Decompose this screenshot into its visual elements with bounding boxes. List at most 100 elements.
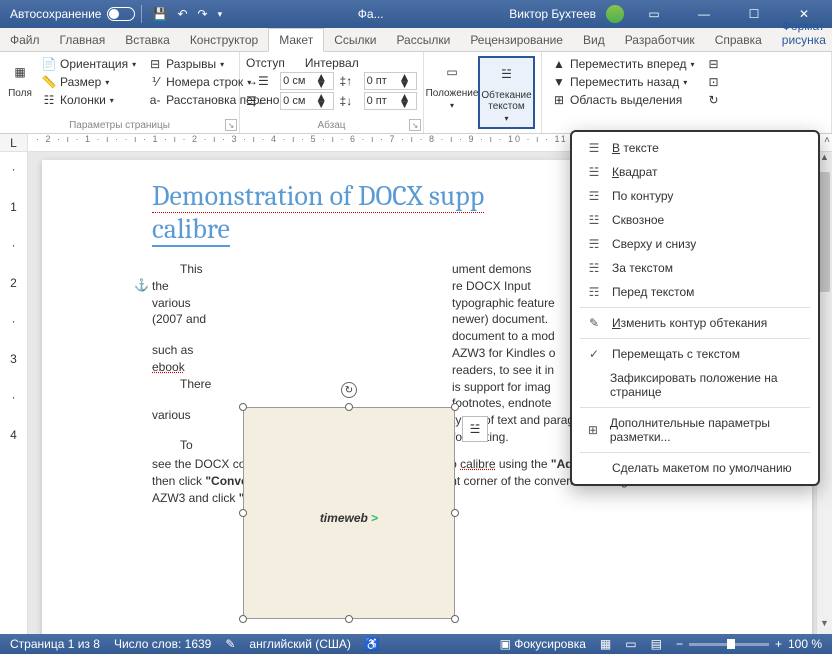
spellcheck-icon[interactable]: ✎	[225, 637, 235, 651]
save-icon[interactable]: 💾	[152, 7, 167, 21]
tab-design[interactable]: Конструктор	[180, 29, 268, 51]
layout-options-icon[interactable]: ☱	[462, 416, 488, 442]
send-backward-button[interactable]: ▼Переместить назад▾	[548, 74, 699, 90]
user-name[interactable]: Виктор Бухтеев	[509, 7, 596, 21]
heading[interactable]: Demonstration of DOCX supp	[152, 180, 484, 213]
tab-view[interactable]: Вид	[573, 29, 615, 51]
zoom-control[interactable]: − + 100 %	[676, 637, 822, 651]
heading[interactable]: calibre	[152, 213, 230, 247]
menu-edit-wrap-points[interactable]: ✎Изменить контур обтекания	[572, 311, 818, 335]
tab-developer[interactable]: Разработчик	[615, 29, 705, 51]
tab-layout[interactable]: Макет	[268, 28, 324, 52]
editwrap-icon: ✎	[586, 316, 602, 330]
view-web-icon[interactable]: ▤	[651, 637, 662, 651]
orientation-button[interactable]: 📄Ориентация▾	[38, 56, 140, 72]
tab-picture-format[interactable]: Формат рисунка	[772, 15, 832, 51]
through-icon: ☳	[586, 213, 602, 227]
dialog-launcher-icon[interactable]: ↘	[225, 119, 237, 131]
zoom-in-icon[interactable]: +	[775, 637, 782, 651]
view-print-icon[interactable]: ▦	[600, 637, 611, 651]
accessibility-icon[interactable]: ♿	[365, 637, 380, 651]
selected-image[interactable]: timeweb > ↻ ☱	[244, 408, 454, 618]
indent-right-input[interactable]: ▲▼	[280, 92, 333, 110]
bring-forward-icon: ▲	[552, 57, 566, 71]
breaks-icon: ⊟	[148, 57, 162, 71]
menu-wrap-infront[interactable]: ☶Перед текстом	[572, 280, 818, 304]
minimize-icon[interactable]: —	[684, 0, 724, 28]
tab-mailings[interactable]: Рассылки	[386, 29, 460, 51]
status-language[interactable]: английский (США)	[249, 637, 350, 651]
tab-file[interactable]: Файл	[0, 29, 50, 51]
spacing-before-input[interactable]: ▲▼	[364, 72, 417, 90]
zoom-value[interactable]: 100 %	[788, 637, 822, 651]
resize-handle[interactable]	[345, 403, 353, 411]
scroll-down-icon[interactable]: ▼	[817, 618, 832, 634]
view-read-icon[interactable]: ▭	[625, 637, 636, 651]
rotate-icon: ↻	[707, 93, 721, 107]
dialog-launcher-icon[interactable]: ↘	[409, 119, 421, 131]
size-button[interactable]: 📏Размер▾	[38, 74, 140, 90]
spacing-before-icon: ‡↑	[340, 74, 358, 88]
vertical-ruler[interactable]: ·1·2·3·4	[0, 152, 28, 634]
menu-move-with-text[interactable]: Перемещать с текстом	[572, 342, 818, 366]
undo-icon[interactable]: ↶	[177, 7, 187, 21]
spacing-after-icon: ‡↓	[340, 94, 358, 108]
menu-wrap-square[interactable]: ☱Квадрат	[572, 160, 818, 184]
indent-left-input[interactable]: ▲▼	[280, 72, 333, 90]
bring-forward-button[interactable]: ▲Переместить вперед▾	[548, 56, 699, 72]
margins-button[interactable]: ▦ Поля	[6, 56, 34, 129]
resize-handle[interactable]	[239, 509, 247, 517]
tab-home[interactable]: Главная	[50, 29, 116, 51]
status-bar: Страница 1 из 8 Число слов: 1639 ✎ англи…	[0, 634, 832, 654]
wrap-text-button[interactable]: ☱ Обтекание текстом ▾	[478, 56, 535, 129]
resize-handle[interactable]	[451, 615, 459, 623]
resize-handle[interactable]	[239, 615, 247, 623]
spacing-after-input[interactable]: ▲▼	[364, 92, 417, 110]
resize-handle[interactable]	[239, 403, 247, 411]
menu-fix-position[interactable]: Зафиксировать положение на странице	[572, 366, 818, 404]
menu-more-layout-options[interactable]: ⊞Дополнительные параметры разметки...	[572, 411, 818, 449]
maximize-icon[interactable]: ☐	[734, 0, 774, 28]
toggle-switch-icon[interactable]	[107, 7, 135, 21]
menu-wrap-behind[interactable]: ☵За текстом	[572, 256, 818, 280]
behind-icon: ☵	[586, 261, 602, 275]
zoom-out-icon[interactable]: −	[676, 637, 683, 651]
topbottom-icon: ☴	[586, 237, 602, 251]
ribbon-display-icon[interactable]: ▭	[634, 0, 674, 28]
columns-button[interactable]: ☷Колонки▾	[38, 92, 140, 108]
menu-wrap-tight[interactable]: ☲По контуру	[572, 184, 818, 208]
send-backward-icon: ▼	[552, 75, 566, 89]
status-words[interactable]: Число слов: 1639	[114, 637, 211, 651]
focus-mode-button[interactable]: ▣ Фокусировка	[500, 637, 586, 651]
tab-review[interactable]: Рецензирование	[460, 29, 573, 51]
rotate-handle-icon[interactable]: ↻	[341, 382, 357, 398]
scroll-thumb[interactable]	[819, 172, 830, 292]
resize-handle[interactable]	[451, 509, 459, 517]
position-button[interactable]: ▭ Положение ▾	[430, 56, 474, 129]
tab-insert[interactable]: Вставка	[115, 29, 180, 51]
group-arrange-left: ▭ Положение ▾ ☱ Обтекание текстом ▾	[424, 52, 542, 133]
avatar-icon[interactable]	[606, 5, 624, 23]
group-button[interactable]: ⊡	[703, 74, 725, 90]
rotate-button[interactable]: ↻	[703, 92, 725, 108]
status-page[interactable]: Страница 1 из 8	[10, 637, 100, 651]
document-title: Фа...	[232, 7, 509, 21]
redo-icon[interactable]: ↷	[198, 7, 208, 21]
menu-wrap-inline[interactable]: ☰В тексте	[572, 136, 818, 160]
menu-wrap-through[interactable]: ☳Сквозное	[572, 208, 818, 232]
selection-pane-button[interactable]: ⊞Область выделения	[548, 92, 699, 108]
menu-wrap-topbottom[interactable]: ☴Сверху и снизу	[572, 232, 818, 256]
menu-set-default[interactable]: Сделать макетом по умолчанию	[572, 456, 818, 480]
resize-handle[interactable]	[345, 615, 353, 623]
tab-help[interactable]: Справка	[705, 29, 772, 51]
resize-handle[interactable]	[451, 403, 459, 411]
ribbon-tabs: Файл Главная Вставка Конструктор Макет С…	[0, 28, 832, 52]
wrap-text-icon: ☱	[493, 60, 521, 88]
autosave-toggle[interactable]: Автосохранение	[4, 7, 141, 21]
zoom-slider[interactable]	[689, 643, 769, 646]
collapse-ribbon-icon[interactable]: ˄	[824, 135, 830, 146]
tab-references[interactable]: Ссылки	[324, 29, 386, 51]
anchor-icon[interactable]: ⚓	[134, 278, 149, 292]
qat-customize-icon[interactable]: ▾	[218, 9, 223, 20]
align-button[interactable]: ⊟	[703, 56, 725, 72]
